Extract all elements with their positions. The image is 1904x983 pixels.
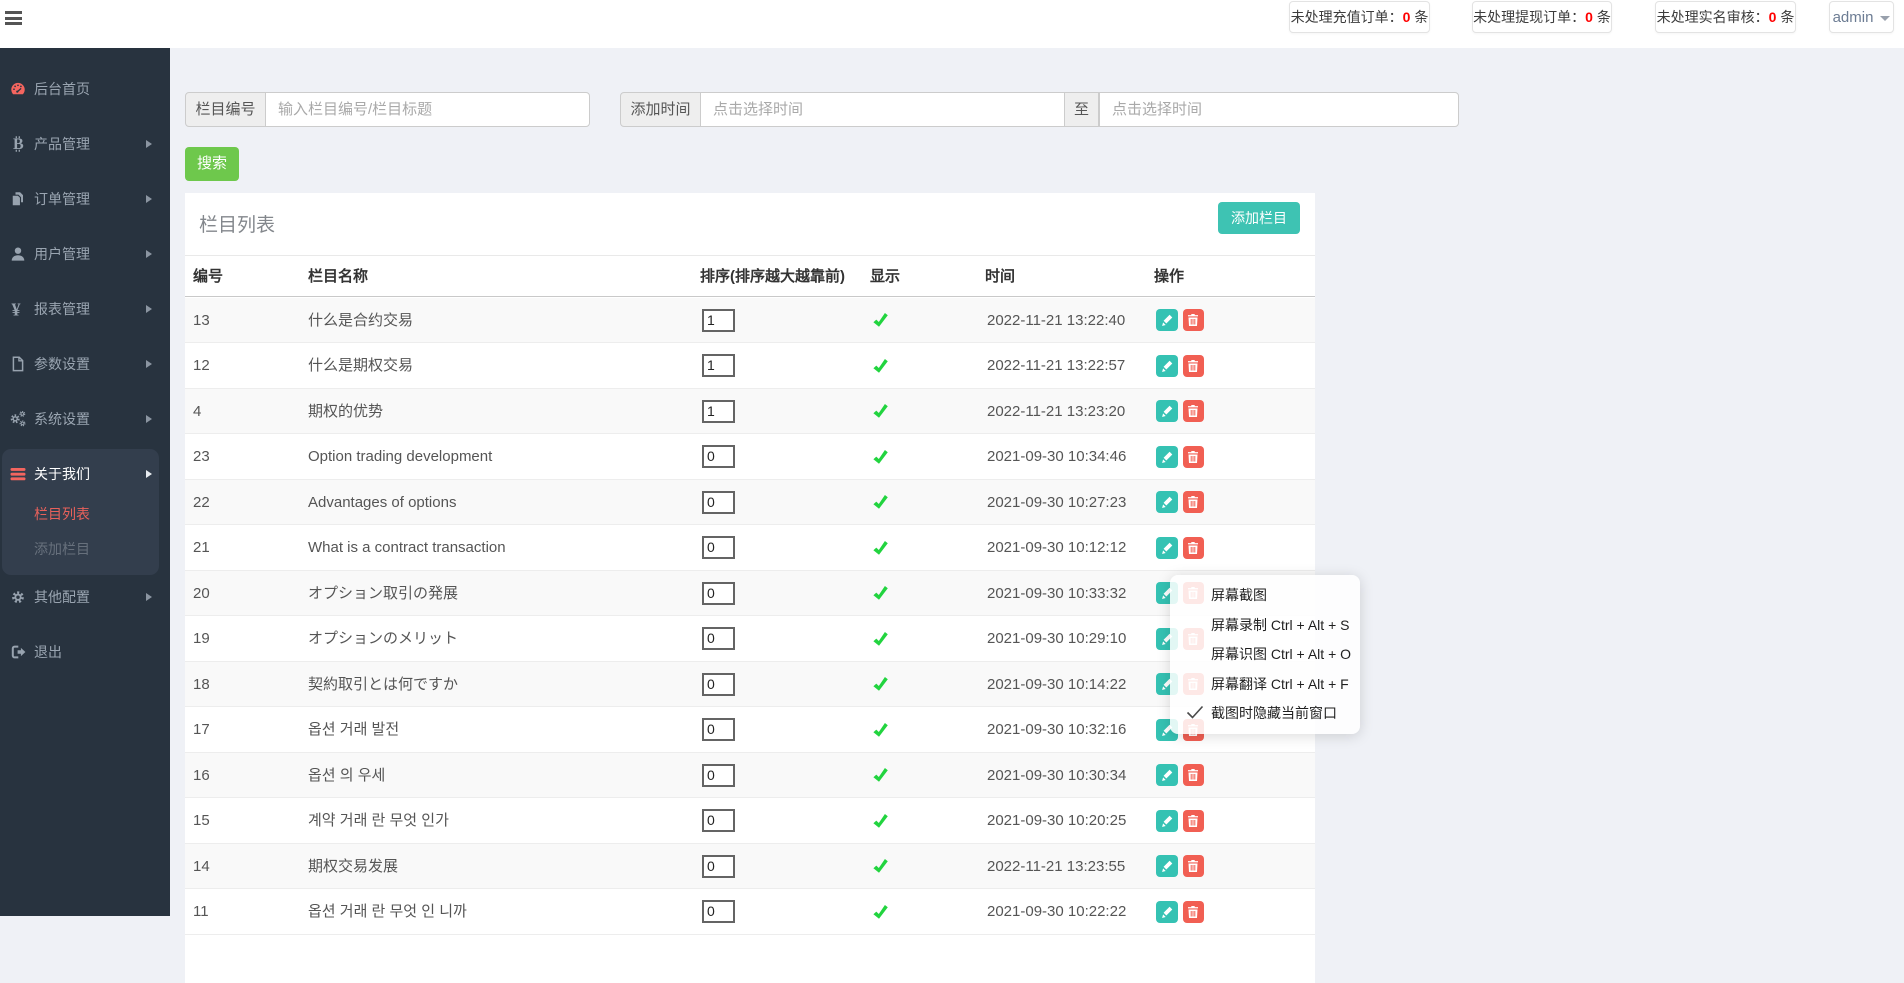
- svg-text:¥: ¥: [12, 301, 21, 317]
- svg-text:B: B: [13, 136, 24, 152]
